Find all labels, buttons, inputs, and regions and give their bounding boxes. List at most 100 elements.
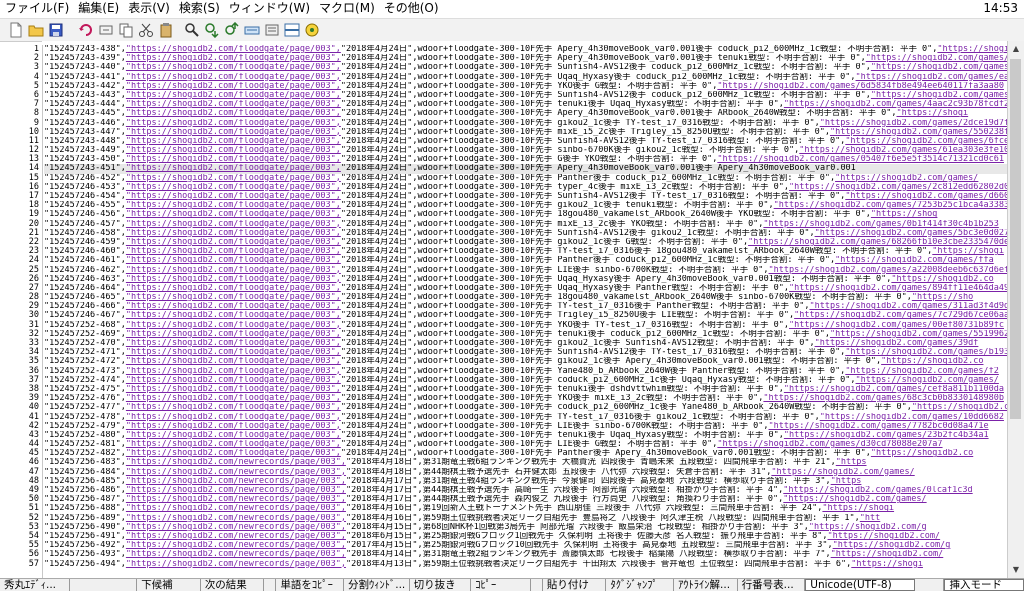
menu-search[interactable]: 検索(S) <box>174 0 224 17</box>
line-url[interactable]: "https://shogidb2.com/floodgate/page/003… <box>126 164 341 173</box>
line-tail[interactable]: "https://shogi <box>932 247 1004 256</box>
line-url[interactable]: "https://shogidb2.com/floodgate/page/003… <box>126 247 341 256</box>
text-line[interactable]: "152457243-447","https://shogidb2.com/fl… <box>44 128 1008 137</box>
line-tail[interactable]: "https://shogidb2.com/games/ <box>835 174 978 183</box>
text-line[interactable]: "152457246-455","https://shogidb2.com/fl… <box>44 201 1008 210</box>
line-tail[interactable]: "htt <box>860 514 880 523</box>
line-url[interactable]: "https://shogidb2.com/floodgate/page/003… <box>126 174 341 183</box>
text-line[interactable]: "152457243-444","https://shogidb2.com/fl… <box>44 100 1008 109</box>
line-tail[interactable]: "https://shogidb2.com/games/6d5834fb8e49… <box>717 82 1004 91</box>
line-url[interactable]: "https://shogidb2.com/floodgate/page/003… <box>126 137 341 146</box>
line-url[interactable]: "https://shogidb2.com/floodgate/page/003… <box>126 293 341 302</box>
line-tail[interactable]: "https://shogi <box>937 45 1008 54</box>
fkey-f8[interactable]: ｺﾋﾟｰ <box>471 579 531 591</box>
line-tail[interactable]: "https://shogidb2.com/games/ <box>866 54 1008 63</box>
line-url[interactable]: "https://shogidb2.com/floodgate/page/003… <box>126 128 341 137</box>
fkey-f1[interactable]: 秀丸ｴﾃﾞｨ... <box>0 579 70 591</box>
text-line[interactable]: "152457246-462","https://shogidb2.com/fl… <box>44 266 1008 275</box>
line-tail[interactable]: "https://shogidb2.com/games/68c3cb0b8330… <box>763 394 1004 403</box>
line-tail[interactable]: "https://shogi <box>896 109 968 118</box>
text-line[interactable]: "152457252-474","https://shogidb2.com/fl… <box>44 376 1008 385</box>
line-url[interactable]: "https://shogidb2.com/floodgate/page/003… <box>126 348 341 357</box>
text-line[interactable]: "152457246-456","https://shogidb2.com/fl… <box>44 210 1008 219</box>
line-tail[interactable]: "https://shogidb2.com/games/ <box>856 376 999 385</box>
line-tail[interactable]: "https://shogidb2.com/games/61ea303e3fe1… <box>799 146 1008 155</box>
line-tail[interactable]: "https://shogidb2.com/games/d30cd78088e2… <box>717 440 942 449</box>
copy-icon[interactable] <box>118 22 134 38</box>
text-line[interactable]: "152457256-489","https://shogidb2.com/ne… <box>44 514 1008 523</box>
line-tail[interactable]: "https://shogidb2.com/games/05407f6e5e5f… <box>717 155 1004 164</box>
line-tail[interactable]: "https://shogidb2.com/games/cef8a811b110… <box>784 385 1004 394</box>
line-tail[interactable]: "https://shogidb2.co <box>912 403 1008 412</box>
text-line[interactable]: "152457256-486","https://shogidb2.com/ne… <box>44 486 1008 495</box>
line-url[interactable]: "https://shogidb2.com/newrecords/page/00… <box>126 550 346 559</box>
text-line[interactable]: "152457243-442","https://shogidb2.com/fl… <box>44 82 1008 91</box>
line-tail[interactable]: "https://shogidb2.co <box>871 449 973 458</box>
line-url[interactable]: "https://shogidb2.com/floodgate/page/003… <box>126 82 341 91</box>
text-line[interactable]: "152457243-443","https://shogidb2.com/fl… <box>44 91 1008 100</box>
tag-icon[interactable] <box>264 22 280 38</box>
line-tail[interactable]: "https://shogidb2.co <box>881 357 983 366</box>
line-url[interactable]: "https://shogidb2.com/floodgate/page/003… <box>126 201 341 210</box>
fkey-f4[interactable]: 次の結果 <box>201 579 265 591</box>
text-line[interactable]: "152457252-469","https://shogidb2.com/fl… <box>44 330 1008 339</box>
text-line[interactable]: "152457252-478","https://shogidb2.com/fl… <box>44 413 1008 422</box>
line-url[interactable]: "https://shogidb2.com/floodgate/page/003… <box>126 302 341 311</box>
text-line[interactable]: "152457256-493","https://shogidb2.com/ne… <box>44 550 1008 559</box>
text-line[interactable]: "152457243-439","https://shogidb2.com/fl… <box>44 54 1008 63</box>
line-url[interactable]: "https://shogidb2.com/floodgate/page/003… <box>126 367 341 376</box>
text-line[interactable]: "152457243-440","https://shogidb2.com/fl… <box>44 63 1008 72</box>
line-url[interactable]: "https://shogidb2.com/floodgate/page/003… <box>126 385 341 394</box>
line-tail[interactable]: "https://shogidb2.com/g <box>833 541 951 550</box>
line-tail[interactable]: "https://shogidb2.com/games/0b1f414f30c4… <box>763 220 998 229</box>
text-line[interactable]: "152457252-471","https://shogidb2.com/fl… <box>44 348 1008 357</box>
text-line[interactable]: "152457252-482","https://shogidb2.com/fl… <box>44 449 1008 458</box>
line-tail[interactable]: "https://shogidb2.com/games/311ad3f4d9d <box>809 302 1008 311</box>
menu-window[interactable]: ウィンドウ(W) <box>224 0 314 17</box>
line-url[interactable]: "https://shogidb2.com/floodgate/page/003… <box>126 210 341 219</box>
open-folder-icon[interactable] <box>28 22 44 38</box>
line-tail[interactable]: "https://shogidb2.co <box>891 275 993 284</box>
text-line[interactable]: "152457252-476","https://shogidb2.com/fl… <box>44 394 1008 403</box>
text-line[interactable]: "152457252-468","https://shogidb2.com/fl… <box>44 321 1008 330</box>
line-tail[interactable]: "https://shogidb2.com/games/894ff11e464d… <box>789 284 1008 293</box>
line-tail[interactable]: "https://shogidb2.com/ <box>831 550 944 559</box>
line-url[interactable]: "https://shogidb2.com/floodgate/page/003… <box>126 440 341 449</box>
text-line[interactable]: "152457246-457","https://shogidb2.com/fl… <box>44 220 1008 229</box>
line-url[interactable]: "https://shogidb2.com/floodgate/page/003… <box>126 100 341 109</box>
text-line[interactable]: "152457256-494","https://shogidb2.com/ne… <box>44 560 1008 569</box>
text-line[interactable]: "152457243-450","https://shogidb2.com/fl… <box>44 155 1008 164</box>
text-line[interactable]: "152457243-449","https://shogidb2.com/fl… <box>44 146 1008 155</box>
line-url[interactable]: "https://shogidb2.com/floodgate/page/003… <box>126 376 341 385</box>
text-line[interactable]: "152457256-484","https://shogidb2.com/ne… <box>44 468 1008 477</box>
line-tail[interactable]: "https <box>836 458 867 467</box>
line-url[interactable]: "https://shogidb2.com/floodgate/page/003… <box>126 45 341 54</box>
line-tail[interactable]: "https://shogidb2.com/games/7c729d67ce06… <box>794 311 1008 320</box>
text-line[interactable]: "152457252-481","https://shogidb2.com/fl… <box>44 440 1008 449</box>
line-url[interactable]: "https://shogidb2.com/floodgate/page/003… <box>126 183 341 192</box>
line-url[interactable]: "https://shogidb2.com/floodgate/page/003… <box>126 275 341 284</box>
text-line[interactable]: "152457246-463","https://shogidb2.com/fl… <box>44 275 1008 284</box>
line-url[interactable]: "https://shogidb2.com/floodgate/page/003… <box>126 73 341 82</box>
paste-icon[interactable] <box>158 22 174 38</box>
line-tail[interactable]: "https://shogidb2.com/games/b193 <box>845 348 1008 357</box>
text-line[interactable]: "152457246-458","https://shogidb2.com/fl… <box>44 229 1008 238</box>
undo-icon[interactable] <box>78 22 94 38</box>
text-line[interactable]: "152457252-479","https://shogidb2.com/fl… <box>44 422 1008 431</box>
text-line[interactable]: "152457243-441","https://shogidb2.com/fl… <box>44 73 1008 82</box>
line-url[interactable]: "https://shogidb2.com/floodgate/page/003… <box>126 63 341 72</box>
menu-other[interactable]: その他(O) <box>379 0 443 17</box>
fkey-f6[interactable]: 分割ｳｨﾝﾄﾞ... <box>344 579 410 591</box>
menu-edit[interactable]: 編集(E) <box>73 0 123 17</box>
encoding-indicator[interactable]: Unicode(UTF-8) <box>805 579 915 591</box>
text-line[interactable]: "152457246-452","https://shogidb2.com/fl… <box>44 174 1008 183</box>
grep-icon[interactable] <box>244 22 260 38</box>
text-lines[interactable]: "152457243-438","https://shogidb2.com/fl… <box>44 45 1008 578</box>
line-url[interactable]: "https://shogidb2.com/floodgate/page/003… <box>126 238 341 247</box>
text-line[interactable]: "152457256-492","https://shogidb2.com/ne… <box>44 541 1008 550</box>
line-url[interactable]: "https://shogidb2.com/floodgate/page/003… <box>126 220 341 229</box>
line-url[interactable]: "https://shogidb2.com/floodgate/page/003… <box>126 431 341 440</box>
line-tail[interactable]: "https <box>831 477 862 486</box>
fkey-f5[interactable]: 単語をｺﾋﾟｰ <box>276 579 344 591</box>
line-tail[interactable]: "https://shogidb2.com/games/2dce19d7f <box>820 119 1008 128</box>
